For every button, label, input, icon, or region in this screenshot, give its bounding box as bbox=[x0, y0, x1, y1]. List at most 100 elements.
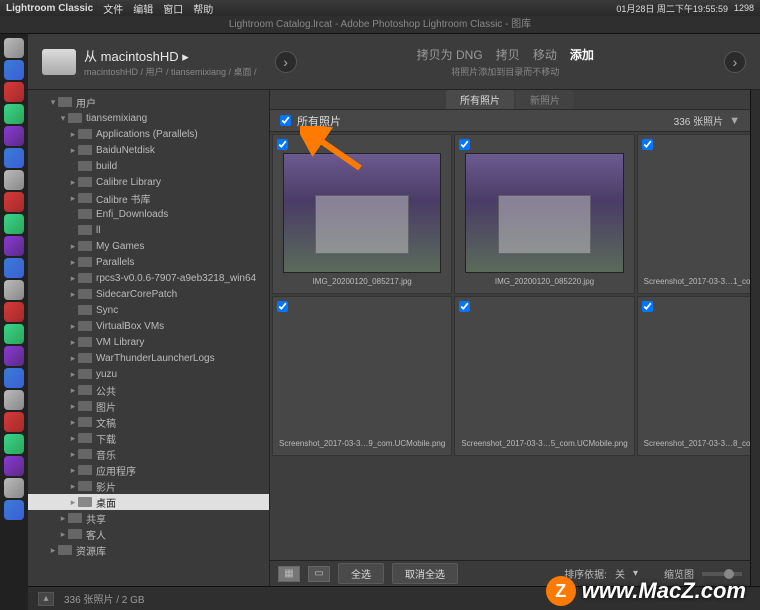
tree-row[interactable]: ▸共享 bbox=[28, 510, 269, 526]
deselect-all-button[interactable]: 取消全选 bbox=[392, 563, 458, 584]
tree-row[interactable]: ▸音乐 bbox=[28, 446, 269, 462]
thumbnail-cell[interactable]: Screenshot_2017-03-3…8_com.UCMobile.png bbox=[637, 296, 750, 456]
tab-all-photos[interactable]: 所有照片 bbox=[446, 90, 514, 109]
folder-icon bbox=[78, 465, 92, 475]
folder-label: 图片 bbox=[96, 399, 116, 414]
dock-icon[interactable] bbox=[4, 258, 24, 278]
folder-tree[interactable]: ▾用户▾tiansemixiang▸Applications (Parallel… bbox=[28, 90, 270, 586]
folder-label: 资源库 bbox=[76, 543, 106, 558]
tree-row[interactable]: ll bbox=[28, 222, 269, 238]
folder-label: 客人 bbox=[86, 527, 106, 542]
thumbnail-cell[interactable]: IMG_20200120_085220.jpg bbox=[454, 134, 634, 294]
footer-toggle-button[interactable]: ▴ bbox=[38, 592, 54, 606]
dest-expand-button[interactable] bbox=[724, 51, 746, 73]
tree-row[interactable]: ▸Applications (Parallels) bbox=[28, 126, 269, 142]
thumb-size-slider[interactable] bbox=[702, 572, 742, 576]
mode-move[interactable]: 移动 bbox=[533, 48, 557, 62]
folder-icon bbox=[78, 353, 92, 363]
dock-icon[interactable] bbox=[4, 346, 24, 366]
mode-copy-dng[interactable]: 拷贝为 DNG bbox=[417, 48, 483, 62]
thumb-checkbox[interactable] bbox=[642, 139, 653, 150]
tree-row[interactable]: ▸客人 bbox=[28, 526, 269, 542]
dock-icon[interactable] bbox=[4, 38, 24, 58]
window-titlebar: Lightroom Catalog.lrcat - Adobe Photosho… bbox=[0, 16, 760, 34]
menu-file[interactable]: 文件 bbox=[103, 1, 123, 16]
app-name[interactable]: Lightroom Classic bbox=[6, 3, 93, 14]
tree-row[interactable]: ▸BaiduNetdisk bbox=[28, 142, 269, 158]
tree-row[interactable]: ▸VM Library bbox=[28, 334, 269, 350]
dock-icon[interactable] bbox=[4, 60, 24, 80]
right-panel-collapsed[interactable] bbox=[750, 90, 760, 586]
dock-icon[interactable] bbox=[4, 324, 24, 344]
dock-icon[interactable] bbox=[4, 82, 24, 102]
tree-row[interactable]: ▸桌面 bbox=[28, 494, 269, 510]
dock-icon[interactable] bbox=[4, 368, 24, 388]
tree-row[interactable]: ▸My Games bbox=[28, 238, 269, 254]
tree-row[interactable]: ▸图片 bbox=[28, 398, 269, 414]
mode-add[interactable]: 添加 bbox=[570, 48, 594, 62]
folder-icon bbox=[78, 129, 92, 139]
dock-icon[interactable] bbox=[4, 302, 24, 322]
dock-icon[interactable] bbox=[4, 236, 24, 256]
tree-row[interactable]: Enfi_Downloads bbox=[28, 206, 269, 222]
import-mode-selector: 拷贝为 DNG 拷贝 移动 添加 将照片添加到目录而不移动 bbox=[412, 46, 599, 78]
thumb-checkbox[interactable] bbox=[642, 301, 653, 312]
tree-row[interactable]: build bbox=[28, 158, 269, 174]
folder-label: yuzu bbox=[96, 369, 117, 380]
dock-icon[interactable] bbox=[4, 478, 24, 498]
dock-icon[interactable] bbox=[4, 192, 24, 212]
dock-icon[interactable] bbox=[4, 148, 24, 168]
dock-icon[interactable] bbox=[4, 412, 24, 432]
source-expand-button[interactable] bbox=[275, 51, 297, 73]
tree-row[interactable]: ▸文稿 bbox=[28, 414, 269, 430]
thumbnail-cell[interactable]: Screenshot_2017-03-3…9_com.UCMobile.png bbox=[272, 296, 452, 456]
thumb-checkbox[interactable] bbox=[459, 139, 470, 150]
dock-icon[interactable] bbox=[4, 434, 24, 454]
folder-icon bbox=[78, 401, 92, 411]
thumb-checkbox[interactable] bbox=[277, 139, 288, 150]
thumb-checkbox[interactable] bbox=[459, 301, 470, 312]
menu-window[interactable]: 窗口 bbox=[163, 1, 183, 16]
tree-row[interactable]: ▸资源库 bbox=[28, 542, 269, 558]
tree-row[interactable]: ▸rpcs3-v0.0.6-7907-a9eb3218_win64 bbox=[28, 270, 269, 286]
thumbnail-cell[interactable]: IMG_20200120_085217.jpg bbox=[272, 134, 452, 294]
menu-help[interactable]: 帮助 bbox=[193, 1, 213, 16]
folder-icon bbox=[78, 385, 92, 395]
dock-icon[interactable] bbox=[4, 214, 24, 234]
dock-icon[interactable] bbox=[4, 280, 24, 300]
grid-view-button[interactable]: ▦ bbox=[278, 566, 300, 582]
dock-icon[interactable] bbox=[4, 500, 24, 520]
tree-row[interactable]: ▸下载 bbox=[28, 430, 269, 446]
source-drive[interactable]: macintoshHD bbox=[101, 49, 179, 64]
dock-icon[interactable] bbox=[4, 456, 24, 476]
dock-icon[interactable] bbox=[4, 170, 24, 190]
watermark-logo: Z bbox=[546, 576, 576, 606]
tree-row[interactable]: ▸Calibre Library bbox=[28, 174, 269, 190]
tree-row[interactable]: ▸yuzu bbox=[28, 366, 269, 382]
dock-icon[interactable] bbox=[4, 104, 24, 124]
tab-new-photos[interactable]: 新照片 bbox=[516, 90, 574, 109]
tree-row[interactable]: ▸VirtualBox VMs bbox=[28, 318, 269, 334]
select-all-checkbox[interactable] bbox=[280, 115, 291, 126]
loupe-view-button[interactable]: ▭ bbox=[308, 566, 330, 582]
tree-row[interactable]: ▸Parallels bbox=[28, 254, 269, 270]
tree-row[interactable]: Sync bbox=[28, 302, 269, 318]
tree-row[interactable]: ▸SidecarCorePatch bbox=[28, 286, 269, 302]
tree-row[interactable]: ▸公共 bbox=[28, 382, 269, 398]
mode-copy[interactable]: 拷贝 bbox=[496, 48, 520, 62]
tree-row[interactable]: ▾用户 bbox=[28, 94, 269, 110]
tree-row[interactable]: ▾tiansemixiang bbox=[28, 110, 269, 126]
dock-icon[interactable] bbox=[4, 126, 24, 146]
collapse-icon[interactable]: ▼ bbox=[729, 115, 740, 127]
tree-row[interactable]: ▸影片 bbox=[28, 478, 269, 494]
tree-row[interactable]: ▸应用程序 bbox=[28, 462, 269, 478]
thumbnail-cell[interactable]: Screenshot_2017-03-3…5_com.UCMobile.png bbox=[454, 296, 634, 456]
tree-row[interactable]: ▸Calibre 书库 bbox=[28, 190, 269, 206]
menu-edit[interactable]: 编辑 bbox=[133, 1, 153, 16]
tree-row[interactable]: ▸WarThunderLauncherLogs bbox=[28, 350, 269, 366]
folder-icon bbox=[78, 209, 92, 219]
thumb-checkbox[interactable] bbox=[277, 301, 288, 312]
select-all-button[interactable]: 全选 bbox=[338, 563, 384, 584]
dock-icon[interactable] bbox=[4, 390, 24, 410]
thumbnail-cell[interactable]: Screenshot_2017-03-3…1_com.UCMobile.png bbox=[637, 134, 750, 294]
